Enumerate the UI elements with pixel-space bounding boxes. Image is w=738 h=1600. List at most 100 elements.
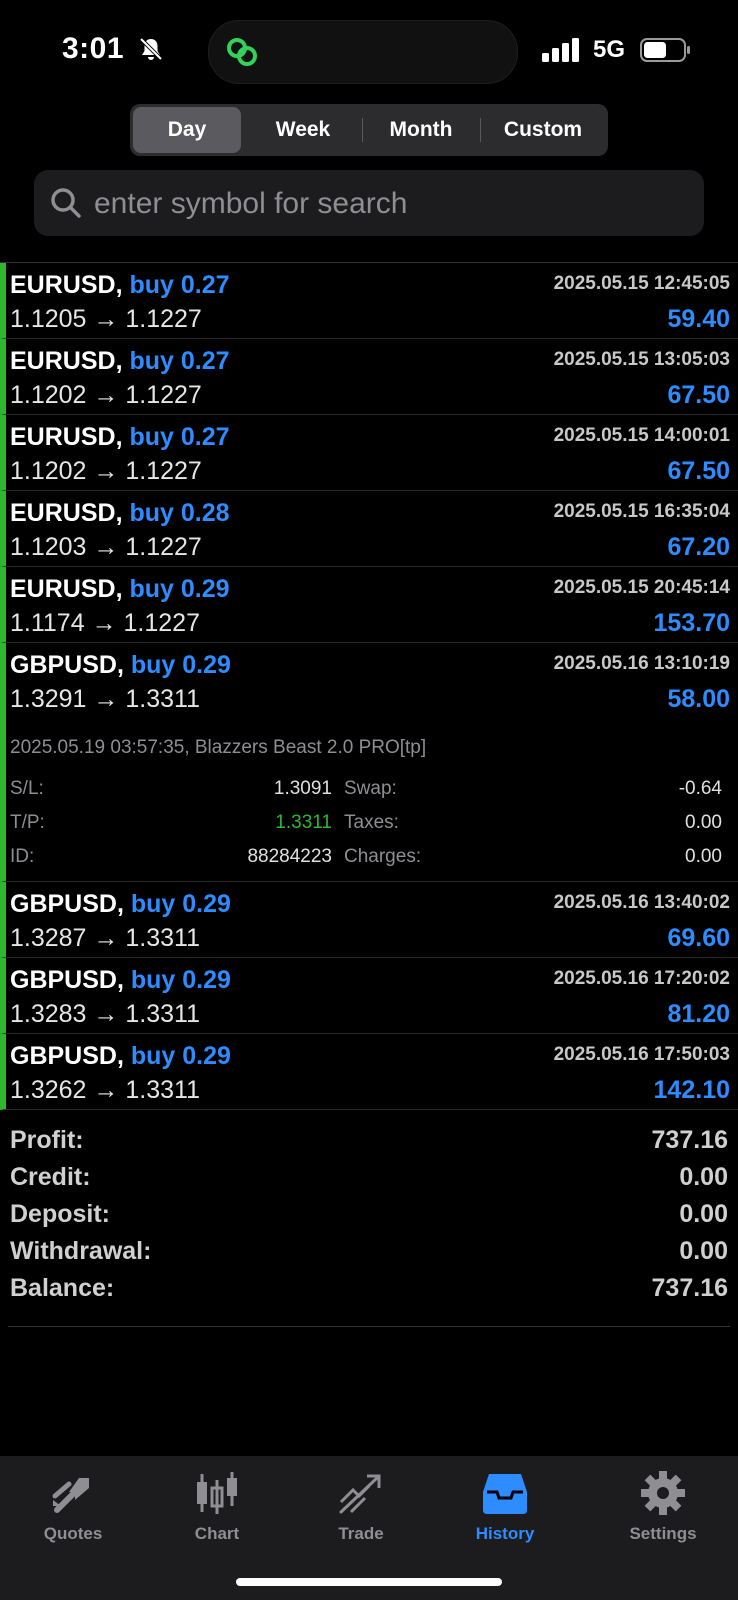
tab-custom[interactable]: Custom (481, 107, 605, 153)
deal-profit: 67.50 (667, 457, 730, 485)
deal-prices: 1.1202 → 1.1227 (10, 381, 202, 409)
summary-deposit: Deposit: 0.00 (8, 1200, 730, 1238)
deal-profit: 67.50 (667, 381, 730, 409)
tab-trade[interactable]: Trade (296, 1470, 426, 1550)
dynamic-island (208, 20, 518, 84)
taxes-label: Taxes: (344, 812, 399, 833)
deal-profit: 153.70 (653, 609, 730, 637)
deal-datetime: 2025.05.15 20:45:14 (553, 577, 730, 598)
deal-datetime: 2025.05.16 13:10:19 (553, 653, 730, 674)
cellular-signal-icon (542, 38, 579, 62)
summary-value: 0.00 (679, 1200, 728, 1228)
deal-datetime: 2025.05.15 16:35:04 (553, 501, 730, 522)
summary-label: Deposit: (10, 1200, 110, 1228)
deal-profit: 69.60 (667, 924, 730, 952)
deal-side: buy 0.27 (129, 271, 230, 299)
deal-symbol: GBPUSD, buy 0.29 (10, 1042, 231, 1070)
deal-side: buy 0.27 (129, 347, 230, 375)
deal-profit: 58.00 (667, 685, 730, 713)
deal-prices: 1.3262 → 1.3311 (10, 1076, 200, 1104)
search-icon (51, 188, 81, 218)
tab-chart[interactable]: Chart (152, 1470, 282, 1550)
candlestick-icon (197, 1472, 237, 1514)
tab-day[interactable]: Day (133, 107, 241, 153)
account-summary: Profit: 737.16 Credit: 0.00 Deposit: 0.0… (8, 1126, 730, 1327)
summary-label: Credit: (10, 1163, 91, 1191)
id-label: ID: (10, 846, 35, 867)
deal-prices: 1.3291 → 1.3311 (10, 685, 200, 713)
deal-side: buy 0.27 (129, 423, 230, 451)
deal-side: buy 0.29 (130, 1042, 231, 1070)
deal-symbol: EURUSD, buy 0.27 (10, 347, 230, 375)
deals-list: EURUSD, buy 0.27 2025.05.15 12:45:05 1.1… (0, 262, 738, 1110)
deal-symbol: GBPUSD, buy 0.29 (10, 966, 231, 994)
tp-label: T/P: (10, 812, 45, 833)
deal-row[interactable]: GBPUSD, buy 0.29 2025.05.16 17:50:03 1.3… (0, 1034, 738, 1110)
search-input[interactable] (92, 170, 696, 238)
deal-symbol: GBPUSD, buy 0.29 (10, 890, 231, 918)
summary-label: Profit: (10, 1126, 84, 1154)
network-type: 5G (593, 36, 626, 63)
deal-symbol: EURUSD, buy 0.28 (10, 499, 230, 527)
tab-history[interactable]: History (440, 1470, 570, 1550)
deal-prices: 1.3283 → 1.3311 (10, 1000, 200, 1028)
taxes-value: 0.00 (685, 812, 722, 833)
deal-row[interactable]: GBPUSD, buy 0.29 2025.05.16 13:40:02 1.3… (0, 882, 738, 958)
summary-credit: Credit: 0.00 (8, 1163, 730, 1201)
deal-datetime: 2025.05.16 17:20:02 (553, 968, 730, 989)
deal-datetime: 2025.05.15 13:05:03 (553, 349, 730, 370)
summary-value: 737.16 (651, 1126, 728, 1154)
sl-label: S/L: (10, 778, 44, 799)
search-bar[interactable] (34, 170, 704, 238)
deal-side: buy 0.28 (129, 499, 230, 527)
charges-label: Charges: (344, 846, 422, 867)
deal-symbol: EURUSD, buy 0.27 (10, 271, 230, 299)
tab-month[interactable]: Month (363, 107, 479, 153)
deal-row[interactable]: EURUSD, buy 0.28 2025.05.15 16:35:04 1.1… (0, 491, 738, 567)
deal-symbol: EURUSD, buy 0.27 (10, 423, 230, 451)
gear-icon (641, 1471, 685, 1515)
period-segmented-control: Day Week Month Custom (130, 104, 608, 156)
deal-symbol: EURUSD, buy 0.29 (10, 575, 230, 603)
trade-icon (339, 1474, 381, 1514)
deal-side: buy 0.29 (130, 966, 231, 994)
deal-prices: 1.3287 → 1.3311 (10, 924, 200, 952)
deal-datetime: 2025.05.16 17:50:03 (553, 1044, 730, 1065)
summary-balance: Balance: 737.16 (8, 1274, 730, 1312)
deal-prices: 1.1174 → 1.1227 (10, 609, 200, 637)
deal-prices: 1.1205 → 1.1227 (10, 305, 202, 333)
deal-symbol: GBPUSD, buy 0.29 (10, 651, 231, 679)
summary-value: 0.00 (679, 1237, 728, 1265)
deal-profit: 81.20 (667, 1000, 730, 1028)
link-rings-icon (227, 38, 257, 66)
deal-row[interactable]: EURUSD, buy 0.29 2025.05.15 20:45:14 1.1… (0, 567, 738, 643)
tp-value: 1.3311 (275, 812, 332, 833)
tab-quotes[interactable]: Quotes (8, 1470, 138, 1550)
deal-row-expanded[interactable]: GBPUSD, buy 0.29 2025.05.16 13:10:19 1.3… (0, 643, 738, 882)
sl-value: 1.3091 (273, 778, 332, 799)
swap-label: Swap: (344, 778, 397, 799)
battery-icon (640, 38, 690, 62)
tab-settings[interactable]: Settings (598, 1470, 728, 1550)
deal-prices: 1.1203 → 1.1227 (10, 533, 202, 561)
deal-datetime: 2025.05.15 14:00:01 (553, 425, 730, 446)
deal-side: buy 0.29 (130, 890, 231, 918)
summary-profit: Profit: 737.16 (8, 1126, 730, 1164)
bell-slash-icon (139, 37, 163, 61)
summary-withdrawal: Withdrawal: 0.00 (8, 1237, 730, 1275)
deal-profit: 67.20 (667, 533, 730, 561)
deal-row[interactable]: GBPUSD, buy 0.29 2025.05.16 17:20:02 1.3… (0, 958, 738, 1034)
deal-prices: 1.1202 → 1.1227 (10, 457, 202, 485)
deal-row[interactable]: EURUSD, buy 0.27 2025.05.15 13:05:03 1.1… (0, 339, 738, 415)
deal-row[interactable]: EURUSD, buy 0.27 2025.05.15 12:45:05 1.1… (0, 263, 738, 339)
status-bar: 3:01 5G (0, 0, 738, 100)
charges-value: 0.00 (685, 846, 722, 867)
deal-datetime: 2025.05.16 13:40:02 (553, 892, 730, 913)
tab-week[interactable]: Week (245, 107, 361, 153)
quotes-icon (52, 1478, 89, 1513)
id-value: 88284223 (247, 846, 332, 867)
summary-label: Withdrawal: (10, 1237, 152, 1265)
deal-row[interactable]: EURUSD, buy 0.27 2025.05.15 14:00:01 1.1… (0, 415, 738, 491)
summary-label: Balance: (10, 1274, 115, 1302)
deal-profit: 59.40 (667, 305, 730, 333)
